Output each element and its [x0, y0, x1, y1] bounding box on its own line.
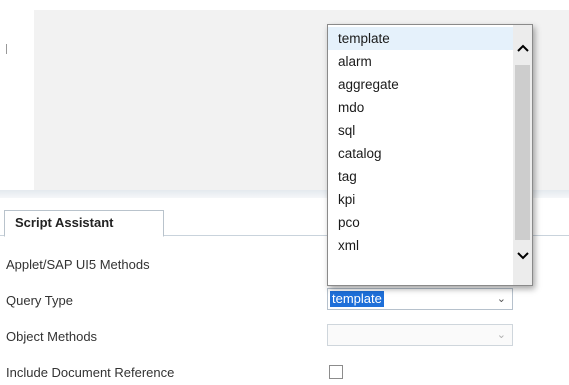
chevron-down-icon: ⌄ [496, 329, 506, 341]
scroll-up-icon[interactable] [513, 37, 532, 59]
gutter-marker [6, 44, 7, 54]
query-type-dropdown-list[interactable]: template alarm aggregate mdo sql catalog… [327, 24, 533, 286]
dropdown-scrollbar[interactable] [513, 25, 532, 285]
option-mdo[interactable]: mdo [328, 96, 514, 119]
applet-methods-label: Applet/SAP UI5 Methods [6, 257, 150, 272]
query-type-row: Query Type template ⌄ [0, 286, 569, 316]
option-catalog[interactable]: catalog [328, 142, 514, 165]
include-doc-ref-checkbox[interactable] [329, 365, 343, 379]
scrollbar-thumb[interactable] [515, 65, 530, 240]
option-aggregate[interactable]: aggregate [328, 73, 514, 96]
option-template[interactable]: template [328, 27, 514, 50]
scroll-down-icon[interactable] [513, 245, 532, 267]
query-type-label: Query Type [6, 293, 73, 308]
object-methods-row: Object Methods ⌄ [0, 322, 569, 352]
editor-gutter [0, 0, 34, 190]
object-methods-label: Object Methods [6, 329, 98, 344]
object-methods-select[interactable]: ⌄ [327, 324, 513, 346]
option-xml[interactable]: xml [328, 234, 514, 257]
option-alarm[interactable]: alarm [328, 50, 514, 73]
option-sql[interactable]: sql [328, 119, 514, 142]
include-doc-ref-label: Include Document Reference [6, 365, 175, 380]
include-doc-ref-row: Include Document Reference [0, 358, 569, 385]
option-tag[interactable]: tag [328, 165, 514, 188]
tab-script-assistant[interactable]: Script Assistant [4, 210, 164, 237]
chevron-down-icon[interactable]: ⌄ [497, 292, 506, 305]
query-type-selected-value: template [330, 291, 384, 307]
option-pco[interactable]: pco [328, 211, 514, 234]
option-kpi[interactable]: kpi [328, 188, 514, 211]
query-type-select[interactable]: template ⌄ [327, 288, 513, 310]
